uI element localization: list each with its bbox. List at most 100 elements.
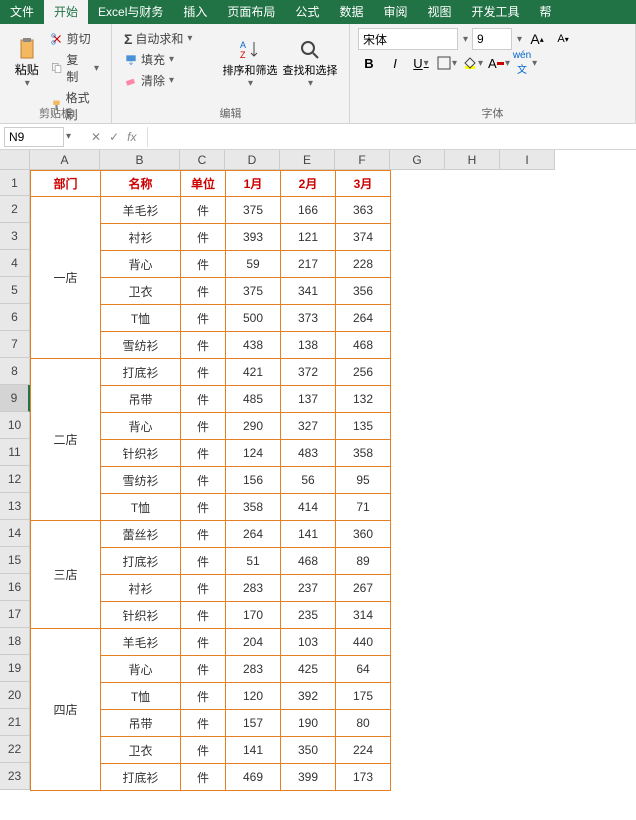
table-cell[interactable]: 103 [281,629,336,656]
table-cell[interactable]: 375 [226,197,281,224]
table-cell[interactable]: 件 [181,521,226,548]
table-cell[interactable]: 95 [336,467,391,494]
menu-item-6[interactable]: 数据 [329,0,373,24]
table-cell[interactable]: 373 [281,305,336,332]
table-cell[interactable]: 350 [281,737,336,764]
table-cell[interactable]: 羊毛衫 [101,629,181,656]
table-cell[interactable]: 件 [181,494,226,521]
select-all-corner[interactable] [0,150,30,170]
font-size-select[interactable] [472,28,512,50]
table-cell[interactable]: 71 [336,494,391,521]
table-cell[interactable]: 256 [336,359,391,386]
row-header-3[interactable]: 3 [0,223,30,250]
table-cell[interactable]: 156 [226,467,281,494]
table-cell[interactable]: 469 [226,764,281,791]
col-header-C[interactable]: C [180,150,225,170]
row-header-4[interactable]: 4 [0,250,30,277]
table-cell[interactable]: 56 [281,467,336,494]
name-box[interactable] [4,127,64,147]
decrease-font-button[interactable]: A▾ [552,28,574,50]
enter-icon[interactable]: ✓ [109,130,119,144]
menu-item-2[interactable]: Excel与财务 [88,0,173,24]
row-header-13[interactable]: 13 [0,493,30,520]
dept-cell[interactable]: 二店 [31,359,101,521]
table-cell[interactable]: 打底衫 [101,548,181,575]
table-cell[interactable]: 375 [226,278,281,305]
fill-color-button[interactable]: ▾ [462,52,484,74]
font-name-select[interactable] [358,28,458,50]
copy-button[interactable]: 复制▾ [46,49,103,87]
phonetic-button[interactable]: wén文▾ [514,52,536,74]
table-cell[interactable]: 237 [281,575,336,602]
table-cell[interactable]: 件 [181,359,226,386]
table-cell[interactable]: 468 [336,332,391,359]
table-cell[interactable]: 雪纺衫 [101,332,181,359]
formula-input[interactable] [147,127,636,147]
menu-item-1[interactable]: 开始 [44,0,88,24]
table-cell[interactable]: 374 [336,224,391,251]
row-header-16[interactable]: 16 [0,574,30,601]
table-cell[interactable]: 背心 [101,656,181,683]
row-header-5[interactable]: 5 [0,277,30,304]
table-cell[interactable]: 吊带 [101,710,181,737]
table-cell[interactable]: 290 [226,413,281,440]
table-cell[interactable]: 羊毛衫 [101,197,181,224]
table-cell[interactable]: 卫衣 [101,737,181,764]
table-cell[interactable]: 358 [226,494,281,521]
table-cell[interactable]: 204 [226,629,281,656]
table-cell[interactable]: T恤 [101,494,181,521]
table-cell[interactable]: 件 [181,629,226,656]
col-header-D[interactable]: D [225,150,280,170]
table-cell[interactable]: 打底衫 [101,764,181,791]
table-cell[interactable]: 件 [181,683,226,710]
table-cell[interactable]: 173 [336,764,391,791]
menu-item-7[interactable]: 审阅 [373,0,417,24]
table-cell[interactable]: 399 [281,764,336,791]
table-cell[interactable]: 件 [181,251,226,278]
table-cell[interactable]: 264 [336,305,391,332]
menu-item-5[interactable]: 公式 [285,0,329,24]
table-cell[interactable]: 衬衫 [101,575,181,602]
table-cell[interactable]: 228 [336,251,391,278]
table-cell[interactable]: 雪纺衫 [101,467,181,494]
table-cell[interactable]: 吊带 [101,386,181,413]
col-header-E[interactable]: E [280,150,335,170]
table-cell[interactable]: 485 [226,386,281,413]
table-cell[interactable]: 件 [181,386,226,413]
table-cell[interactable]: 356 [336,278,391,305]
table-cell[interactable]: 件 [181,656,226,683]
table-cell[interactable]: 59 [226,251,281,278]
menu-item-3[interactable]: 插入 [173,0,217,24]
table-cell[interactable]: 360 [336,521,391,548]
row-header-7[interactable]: 7 [0,331,30,358]
clear-button[interactable]: 清除▾ [120,70,220,91]
autosum-button[interactable]: Σ 自动求和▾ [120,28,220,49]
table-cell[interactable]: 件 [181,332,226,359]
table-cell[interactable]: 421 [226,359,281,386]
table-cell[interactable]: 件 [181,467,226,494]
table-cell[interactable]: 483 [281,440,336,467]
cut-button[interactable]: 剪切 [46,28,103,49]
row-header-17[interactable]: 17 [0,601,30,628]
table-cell[interactable]: 283 [226,575,281,602]
row-header-21[interactable]: 21 [0,709,30,736]
dept-cell[interactable]: 四店 [31,629,101,791]
table-cell[interactable]: 363 [336,197,391,224]
table-cell[interactable]: 341 [281,278,336,305]
row-header-22[interactable]: 22 [0,736,30,763]
table-cell[interactable]: 372 [281,359,336,386]
table-cell[interactable]: 170 [226,602,281,629]
table-header[interactable]: 2月 [281,171,336,197]
table-cell[interactable]: 64 [336,656,391,683]
table-cell[interactable]: 件 [181,710,226,737]
table-cell[interactable]: 124 [226,440,281,467]
table-cell[interactable]: 393 [226,224,281,251]
font-color-button[interactable]: A▾ [488,52,510,74]
row-header-10[interactable]: 10 [0,412,30,439]
table-cell[interactable]: 打底衫 [101,359,181,386]
table-cell[interactable]: T恤 [101,305,181,332]
italic-button[interactable]: I [384,52,406,74]
table-cell[interactable]: 衬衫 [101,224,181,251]
fx-icon[interactable]: fx [127,130,136,144]
row-header-20[interactable]: 20 [0,682,30,709]
